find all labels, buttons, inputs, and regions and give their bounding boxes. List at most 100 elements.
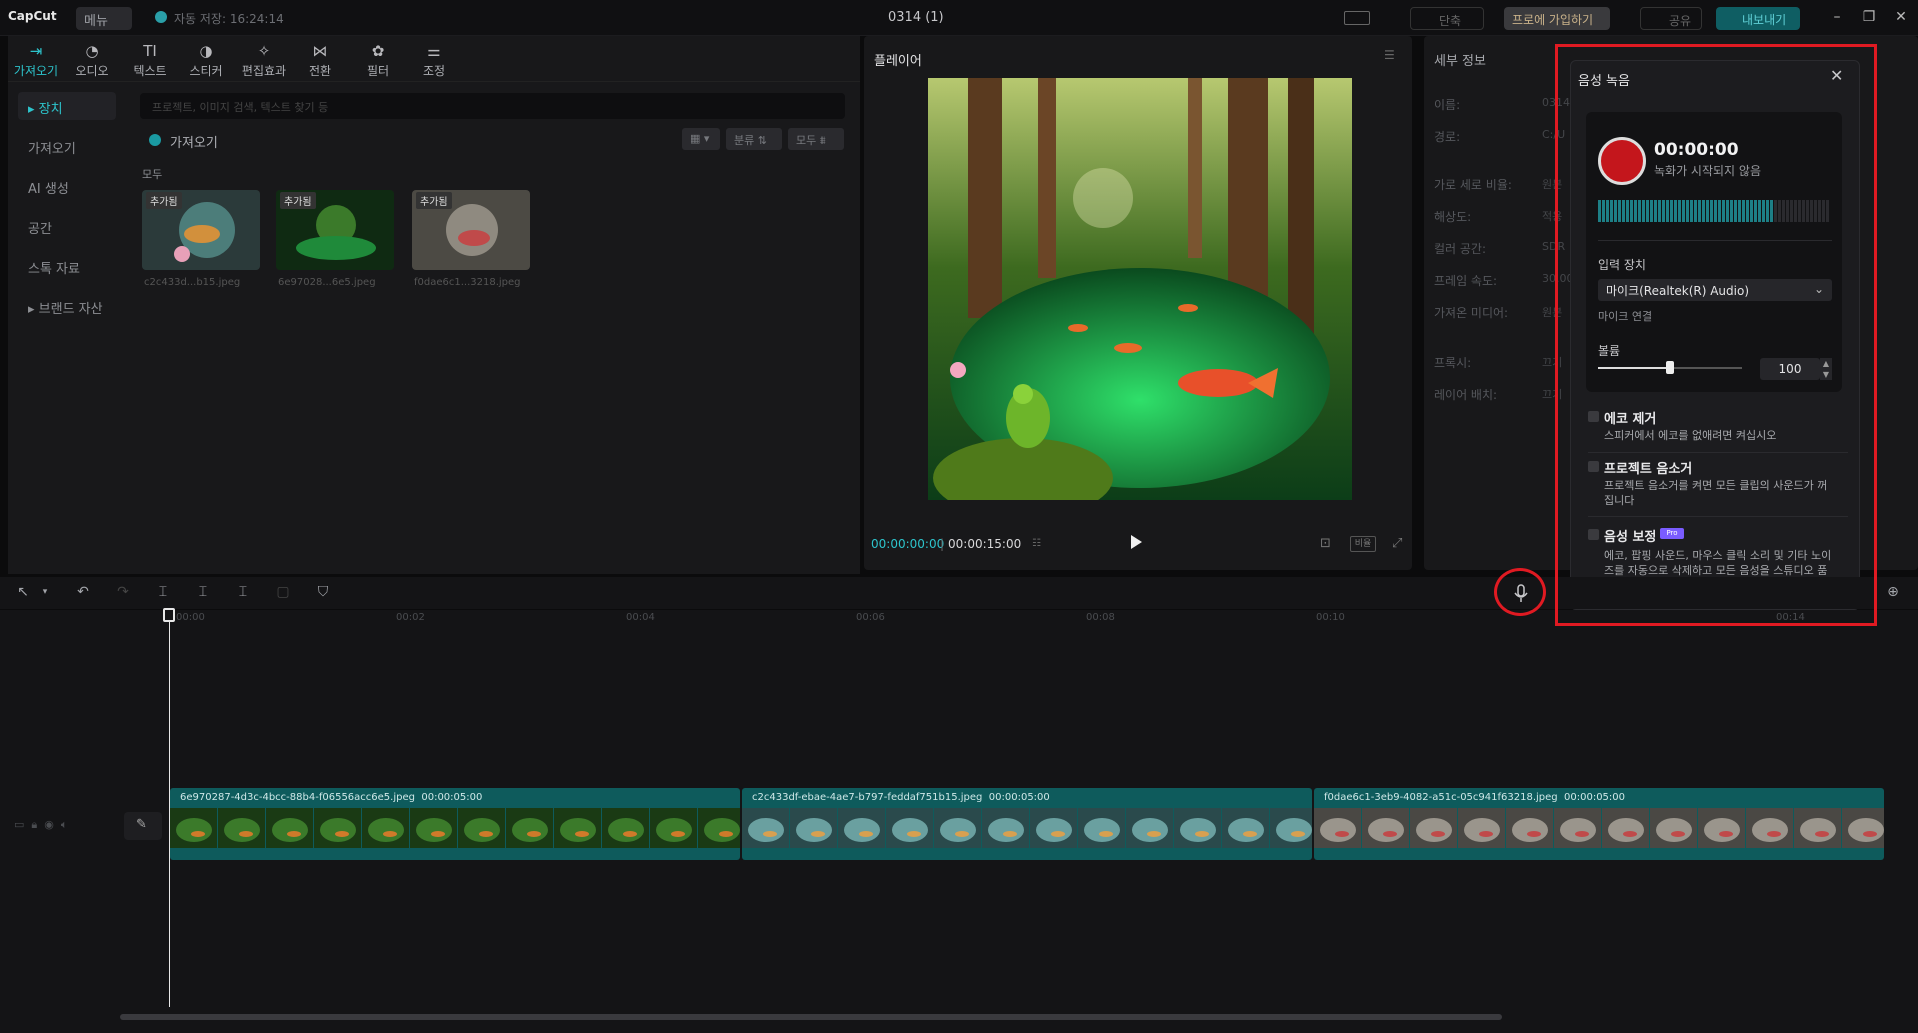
chevron-down-icon[interactable]: ▾ [36,583,54,601]
horizontal-scrollbar[interactable] [120,1014,1502,1020]
edit-cover-button[interactable]: ✎ [124,812,162,840]
clip-frame-thumbnail [1270,808,1312,848]
clip-frame-thumbnail [1222,808,1269,848]
tab-adjust[interactable]: ⚌ 조정 [406,42,462,79]
import-icon: ⇥ [29,42,43,60]
clip-frame-thumbnail [1746,808,1793,848]
tab-import[interactable]: ⇥ 가져오기 [8,42,64,79]
playhead[interactable] [169,612,170,1007]
redo-icon[interactable]: ↷ [114,583,132,601]
detail-label: 해상도: [1434,210,1472,224]
shortcut-button[interactable]: 단축 [1410,7,1484,30]
timeline-clip[interactable]: c2c433df-ebae-4ae7-b797-feddaf751b15.jpe… [742,788,1312,860]
clip-frame-thumbnail [1314,808,1361,848]
clip-frame-thumbnail [742,808,789,848]
ruler-tick: 00:08 [1086,612,1115,623]
clip-frame-thumbnail [314,808,361,848]
cover-icon[interactable]: ▭ [14,818,24,831]
sidebar-item-ai[interactable]: AI 생성 [18,172,116,200]
tab-sticker[interactable]: ◑ 스티커 [178,42,234,79]
clip-frame-thumbnail [506,808,553,848]
fullscreen-icon[interactable]: ⤢ [1392,536,1408,552]
clip-frame-thumbnail [458,808,505,848]
split-left-icon[interactable]: ⌶ [194,583,212,601]
play-icon[interactable] [1128,533,1144,551]
media-thumbnail[interactable]: 추가됨 [276,190,394,270]
layout-icon[interactable] [1344,11,1370,25]
title-bar [0,0,1918,36]
clip-frame-thumbnail [1794,808,1841,848]
menu-button[interactable]: 메뉴 [76,7,132,30]
split-right-icon[interactable]: ⌶ [234,583,252,601]
ratio-button[interactable]: 비율 [1350,536,1376,552]
clip-frame-thumbnail [1698,808,1745,848]
export-button[interactable]: 내보내기 [1716,7,1800,30]
clip-frame-thumbnail [410,808,457,848]
split-icon[interactable]: ⌶ [154,583,172,601]
playhead-handle[interactable] [163,608,175,622]
player-preview-image [928,78,1352,500]
timeline-grid-icon[interactable]: ☷ [1032,538,1052,550]
filter-icon: ✿ [371,42,385,60]
screenshot-icon[interactable]: ⊡ [1320,536,1336,552]
timeline-clip[interactable]: 6e970287-4d3c-4bcc-88b4-f06556acc6e5.jpe… [170,788,740,860]
tab-text[interactable]: TI 텍스트 [122,42,178,79]
transition-icon: ⋈ [312,42,328,60]
select-tool-icon[interactable]: ↖ [14,583,32,601]
hamburger-icon[interactable]: ☰ [1384,48,1398,62]
ruler-tick: 00:04 [626,612,655,623]
clip-frame-thumbnail [1458,808,1505,848]
clip-frame-thumbnail [650,808,697,848]
detail-label: 컬러 공간: [1434,242,1487,256]
speaker-icon[interactable]: 🔈︎ [61,818,68,831]
tab-effects[interactable]: ✧ 편집효과 [236,42,292,79]
app-logo: CapCut [8,9,57,23]
tab-filter[interactable]: ✿ 필터 [350,42,406,79]
filter-button[interactable]: 모두 ⩩ [788,128,844,150]
media-filename: f0dae6c1...3218.jpeg [414,277,521,288]
sort-button[interactable]: 분류 ⇅ [726,128,782,150]
highlight-rectangle [1555,44,1877,626]
shield-icon[interactable]: ⛉ [314,583,332,601]
media-filename: 6e97028...6e5.jpeg [278,277,376,288]
delete-icon[interactable]: ▢ [274,583,292,601]
sidebar-item-space[interactable]: 공간 [18,212,116,240]
view-toggle-icon[interactable]: ▦ ▾ [682,128,720,150]
ruler-tick: 00:00 [176,612,205,623]
detail-label: 경로: [1434,130,1461,144]
tab-transition[interactable]: ⋈ 전환 [292,42,348,79]
media-search-input[interactable]: 프로젝트, 이미지 검색, 텍스트 찾기 등 [140,93,845,119]
minimize-icon[interactable]: – [1828,9,1846,27]
sidebar-item-import[interactable]: 가져오기 [18,132,116,160]
adjust-icon: ⚌ [427,42,441,60]
pro-join-button[interactable]: 프로에 가입하기 [1504,7,1610,30]
undo-icon[interactable]: ↶ [74,583,92,601]
share-button[interactable]: 공유 [1640,7,1702,30]
clip-frame-thumbnail [1842,808,1884,848]
import-radio-icon[interactable] [149,134,161,146]
add-track-icon[interactable]: ⊕ [1884,583,1902,601]
lock-icon[interactable]: 🔒︎ [31,818,37,831]
clip-frame-thumbnail [838,808,885,848]
media-thumbnail[interactable]: 추가됨 [412,190,530,270]
ruler-tick: 00:10 [1316,612,1345,623]
close-window-icon[interactable]: ✕ [1892,9,1910,27]
ruler-tick: 00:02 [396,612,425,623]
clip-frame-thumbnail [1362,808,1409,848]
import-label: 가져오기 [170,136,218,151]
sidebar-item-device[interactable]: ▸ 장치 [18,92,116,120]
media-sidebar: ▸ 장치 가져오기 AI 생성 공간 스톡 자료 ▸ 브랜드 자산 [18,92,124,332]
sidebar-item-brand[interactable]: ▸ 브랜드 자산 [18,292,116,320]
clip-frame-thumbnail [1126,808,1173,848]
media-thumbnail[interactable]: 추가됨 [142,190,260,270]
clip-frame-thumbnail [170,808,217,848]
clip-frame-thumbnail [698,808,740,848]
effects-icon: ✧ [257,42,271,60]
restore-icon[interactable]: ❐ [1860,9,1878,27]
pencil-icon: ✎ [136,817,147,832]
tab-audio[interactable]: ◔ 오디오 [64,42,120,79]
sidebar-item-stock[interactable]: 스톡 자료 [18,252,116,280]
eye-icon[interactable]: ◉ [44,818,54,831]
timeline-clip[interactable]: f0dae6c1-3eb9-4082-a51c-05c941f63218.jpe… [1314,788,1884,860]
sticker-icon: ◑ [199,42,213,60]
